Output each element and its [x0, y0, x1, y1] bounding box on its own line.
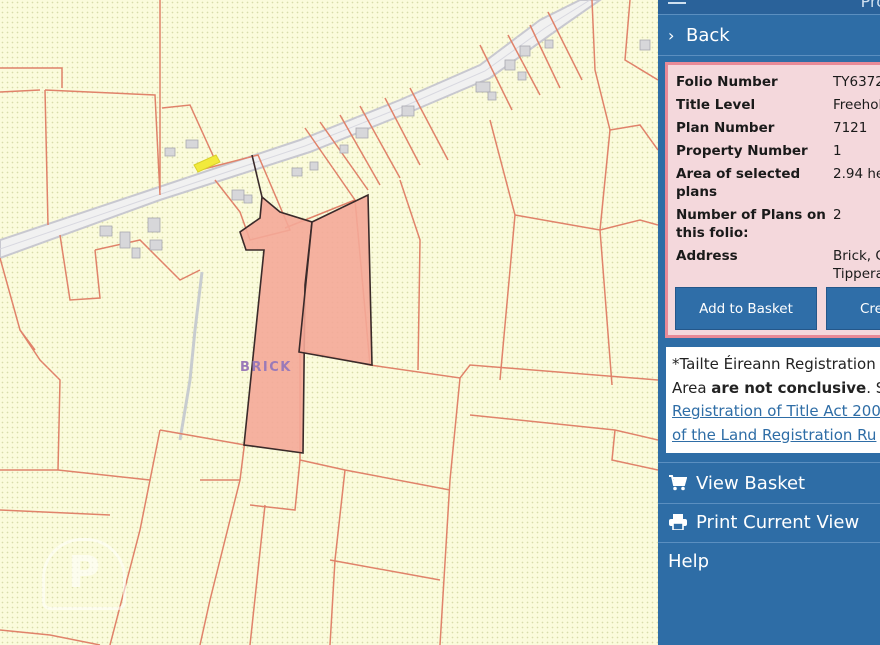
detail-row: Property Number 1 — [676, 140, 880, 163]
land-registration-rules-link[interactable]: of the Land Registration Ru — [672, 424, 880, 448]
folio-details-table: Folio Number TY6372F Title Level Freehol… — [676, 71, 880, 286]
menu-icon[interactable] — [668, 0, 686, 4]
detail-label: Folio Number — [676, 74, 778, 90]
back-label: Back — [686, 24, 730, 46]
print-current-view-button[interactable]: Print Current View — [658, 502, 880, 543]
detail-row: Plan Number 7121 — [676, 117, 880, 140]
detail-row: Area of selected plans 2.94 hec — [676, 163, 880, 204]
detail-label: Area of selected plans — [676, 166, 801, 200]
detail-row: Folio Number TY6372F — [676, 71, 880, 94]
registration-note: *Tailte Éireann Registration Bou Area ar… — [666, 347, 880, 453]
help-button[interactable]: Help — [658, 541, 880, 581]
detail-row: Number of Plans on this folio: 2 — [676, 204, 880, 245]
detail-label: Address — [676, 248, 738, 264]
detail-row: Address Brick, Gr Tipperary — [676, 245, 880, 286]
detail-value: 2 — [833, 207, 842, 223]
detail-value: Freehold — [833, 97, 880, 113]
detail-value: 7121 — [833, 120, 868, 136]
detail-label: Title Level — [676, 97, 756, 113]
sidebar-title: Pro — [860, 0, 880, 11]
map-view[interactable]: BRICK P — [0, 0, 658, 645]
back-button[interactable]: › Back — [658, 15, 880, 56]
help-label: Help — [668, 550, 710, 572]
detail-label: Number of Plans on this folio: — [676, 207, 826, 241]
chevron-right-icon: › — [668, 25, 675, 45]
note-line: *Tailte Éireann Registration Bou — [672, 355, 880, 373]
sidebar-header: Pro — [658, 0, 880, 15]
detail-label: Plan Number — [676, 120, 775, 136]
view-basket-label: View Basket — [696, 472, 806, 494]
detail-value: 1 — [833, 143, 842, 159]
detail-label: Property Number — [676, 143, 808, 159]
detail-value: TY6372F — [833, 74, 880, 90]
registration-act-link[interactable]: Registration of Title Act 200 — [672, 400, 880, 424]
detail-value: 2.94 hec — [833, 166, 880, 182]
print-icon — [667, 514, 689, 530]
note-bold-text: are not conclusive — [711, 378, 867, 397]
tailte-logo-watermark-icon: P — [42, 538, 126, 610]
detail-row: Title Level Freehold — [676, 94, 880, 117]
add-to-basket-button[interactable]: Add to Basket — [675, 287, 817, 330]
detail-value: Brick, Gr Tipperary — [833, 245, 880, 286]
buildings — [99, 39, 651, 259]
note-line: Area are not conclusive. See S — [672, 377, 880, 401]
address-line-1: Brick, Gr — [833, 248, 880, 264]
view-basket-button[interactable]: View Basket — [658, 462, 880, 504]
address-line-2: Tipperary — [833, 266, 880, 282]
cart-icon — [667, 475, 689, 491]
note-text: Area — [672, 378, 712, 397]
track — [178, 271, 204, 441]
place-label: BRICK — [240, 360, 292, 375]
create-button[interactable]: Cre — [826, 287, 880, 330]
selected-plans[interactable] — [239, 154, 373, 454]
property-sidebar: Pro › Back Folio Number TY6372F Title Le… — [658, 0, 880, 645]
plan-parcel-east[interactable] — [298, 193, 373, 366]
print-current-view-label: Print Current View — [696, 511, 860, 533]
note-text: . See — [866, 378, 880, 397]
